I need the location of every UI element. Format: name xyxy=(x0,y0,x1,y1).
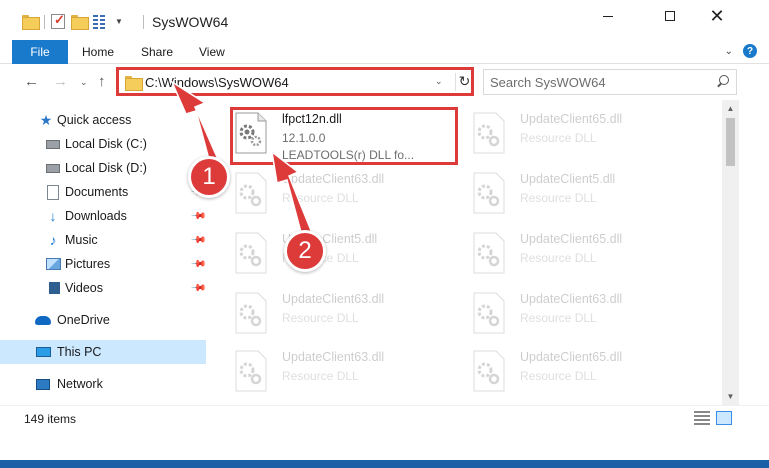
callout-arrows xyxy=(170,80,314,237)
callout-badge-2: 2 xyxy=(284,230,326,272)
callout-badge-1: 1 xyxy=(188,156,230,198)
callout-arrow-2 xyxy=(270,150,314,237)
explorer-window: ▼ SysWOW64 ✕ File Home Share View ⌄ ? ← … xyxy=(0,0,769,460)
